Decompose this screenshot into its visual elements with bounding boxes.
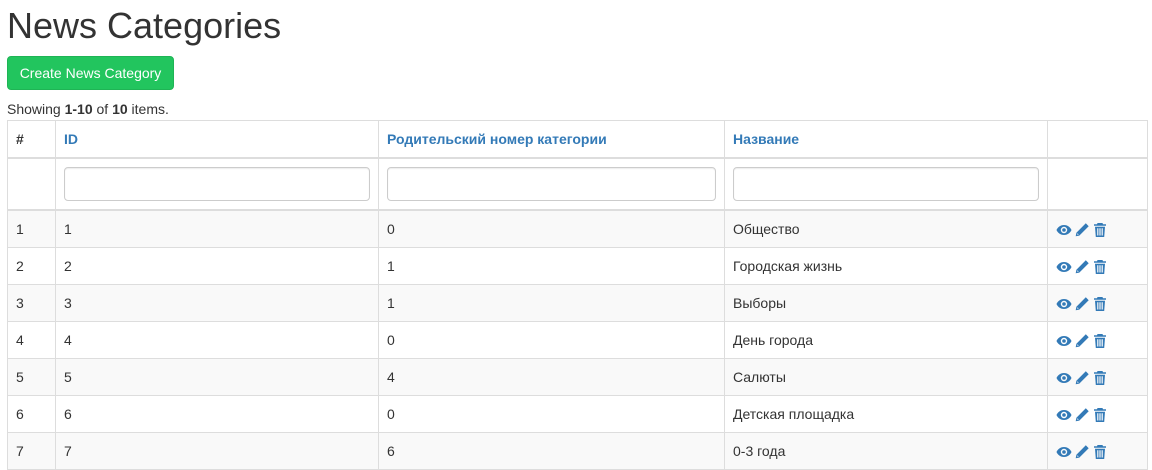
cell-name: Общество xyxy=(724,209,1048,248)
pencil-icon[interactable] xyxy=(1074,333,1090,349)
page-title: News Categories xyxy=(7,5,282,46)
eye-icon[interactable] xyxy=(1056,407,1072,423)
eye-icon[interactable] xyxy=(1056,296,1072,312)
summary-prefix: Showing xyxy=(7,101,65,117)
cell-parent: 1 xyxy=(378,247,725,285)
filter-cell-empty xyxy=(7,157,56,211)
pencil-icon[interactable] xyxy=(1074,296,1090,312)
cell-number: 4 xyxy=(7,321,56,359)
column-header-number: # xyxy=(7,120,56,159)
cell-id: 3 xyxy=(55,284,379,322)
trash-icon[interactable] xyxy=(1092,259,1108,275)
column-header-name: Название xyxy=(724,120,1048,159)
eye-icon[interactable] xyxy=(1056,222,1072,238)
cell-name: Городская жизнь xyxy=(724,247,1048,285)
trash-icon[interactable] xyxy=(1092,296,1108,312)
cell-actions xyxy=(1047,432,1148,470)
cell-number: 1 xyxy=(7,209,56,248)
table-body: 1 1 0 Общество 2 2 1 Городская жизнь 3 3… xyxy=(7,209,1148,470)
cell-actions xyxy=(1047,395,1148,433)
table-row: 4 4 0 День города xyxy=(7,321,1148,359)
cell-parent: 1 xyxy=(378,284,725,322)
cell-actions xyxy=(1047,358,1148,396)
eye-icon[interactable] xyxy=(1056,259,1072,275)
table-row: 1 1 0 Общество xyxy=(7,209,1148,248)
cell-actions xyxy=(1047,321,1148,359)
sort-link-parent[interactable]: Родительский номер категории xyxy=(387,131,607,147)
cell-id: 1 xyxy=(55,209,379,248)
cell-actions xyxy=(1047,209,1148,248)
cell-parent: 6 xyxy=(378,432,725,470)
cell-id: 4 xyxy=(55,321,379,359)
summary-range: 1-10 xyxy=(64,101,93,117)
column-header-id: ID xyxy=(55,120,379,159)
create-news-category-button[interactable]: Create News Category xyxy=(7,56,174,90)
filter-cell-actions xyxy=(1047,157,1148,211)
cell-number: 5 xyxy=(7,358,56,396)
trash-icon[interactable] xyxy=(1092,444,1108,460)
cell-number: 7 xyxy=(7,432,56,470)
filter-input-id[interactable] xyxy=(64,167,370,201)
pencil-icon[interactable] xyxy=(1074,222,1090,238)
pencil-icon[interactable] xyxy=(1074,259,1090,275)
eye-icon[interactable] xyxy=(1056,444,1072,460)
column-header-actions xyxy=(1047,120,1148,159)
filter-input-name[interactable] xyxy=(733,167,1039,201)
table-row: 2 2 1 Городская жизнь xyxy=(7,247,1148,285)
cell-parent: 0 xyxy=(378,209,725,248)
trash-icon[interactable] xyxy=(1092,333,1108,349)
grid-summary: Showing 1-10 of 10 items. xyxy=(7,101,169,117)
cell-number: 3 xyxy=(7,284,56,322)
filter-cell-name xyxy=(724,157,1048,211)
filter-cell-id xyxy=(55,157,379,211)
trash-icon[interactable] xyxy=(1092,407,1108,423)
summary-suffix: items. xyxy=(127,101,169,117)
cell-parent: 0 xyxy=(378,321,725,359)
cell-name: Салюты xyxy=(724,358,1048,396)
header-row: # ID Родительский номер категории Назван… xyxy=(7,120,1148,159)
filter-cell-parent xyxy=(378,157,725,211)
pencil-icon[interactable] xyxy=(1074,444,1090,460)
eye-icon[interactable] xyxy=(1056,333,1072,349)
cell-name: День города xyxy=(724,321,1048,359)
cell-id: 2 xyxy=(55,247,379,285)
cell-parent: 0 xyxy=(378,395,725,433)
sort-link-id[interactable]: ID xyxy=(64,131,78,147)
table-row: 5 5 4 Салюты xyxy=(7,358,1148,396)
summary-total: 10 xyxy=(112,101,128,117)
cell-id: 5 xyxy=(55,358,379,396)
table-row: 3 3 1 Выборы xyxy=(7,284,1148,322)
cell-id: 7 xyxy=(55,432,379,470)
cell-parent: 4 xyxy=(378,358,725,396)
pencil-icon[interactable] xyxy=(1074,407,1090,423)
trash-icon[interactable] xyxy=(1092,370,1108,386)
cell-id: 6 xyxy=(55,395,379,433)
cell-name: 0-3 года xyxy=(724,432,1048,470)
filter-input-parent[interactable] xyxy=(387,167,716,201)
page: News Categories Create News Category Sho… xyxy=(0,0,1152,470)
news-categories-table: # ID Родительский номер категории Назван… xyxy=(7,120,1148,470)
filter-row xyxy=(7,157,1148,211)
trash-icon[interactable] xyxy=(1092,222,1108,238)
sort-link-name[interactable]: Название xyxy=(733,131,799,147)
cell-name: Детская площадка xyxy=(724,395,1048,433)
table-row: 7 7 6 0-3 года xyxy=(7,432,1148,470)
pencil-icon[interactable] xyxy=(1074,370,1090,386)
cell-number: 2 xyxy=(7,247,56,285)
table-row: 6 6 0 Детская площадка xyxy=(7,395,1148,433)
cell-number: 6 xyxy=(7,395,56,433)
summary-middle: of xyxy=(92,101,113,117)
cell-actions xyxy=(1047,247,1148,285)
cell-actions xyxy=(1047,284,1148,322)
eye-icon[interactable] xyxy=(1056,370,1072,386)
column-header-parent: Родительский номер категории xyxy=(378,120,725,159)
cell-name: Выборы xyxy=(724,284,1048,322)
